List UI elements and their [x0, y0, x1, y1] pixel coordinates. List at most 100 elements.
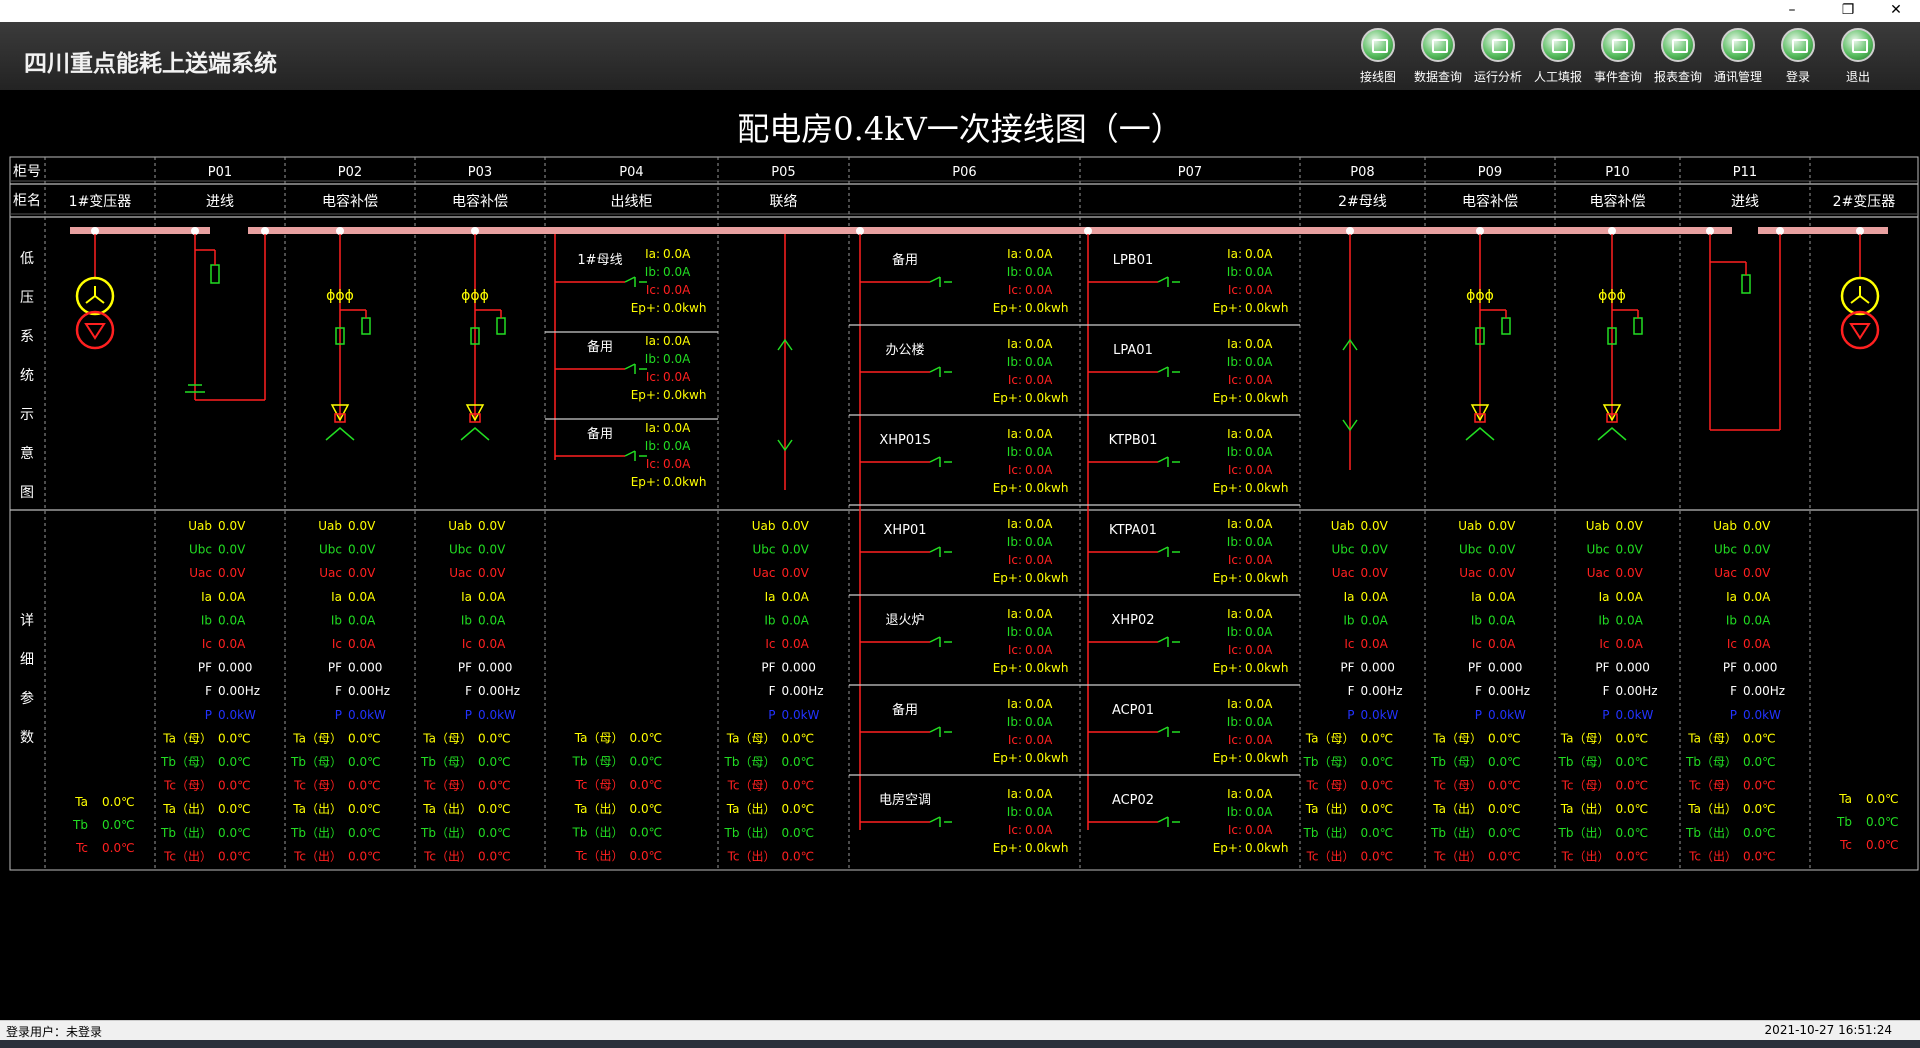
param-value: 0.00Hz — [1616, 684, 1658, 698]
param-key: Tc（母） — [1306, 779, 1355, 793]
feeder-param-key: Ia: — [645, 421, 660, 435]
bottom-strip — [0, 1040, 1920, 1048]
param-value: 0.0℃ — [218, 826, 251, 840]
param-value: 0.0A — [218, 613, 246, 627]
feeder-param-key: Ia: — [1007, 607, 1022, 621]
feeder-param-value: 0.0A — [1245, 643, 1273, 657]
login-status: 登录用户：未登录 — [6, 1025, 103, 1039]
param-value: 0.0℃ — [1616, 802, 1649, 816]
feeder-param-value: 0.0A — [1245, 517, 1273, 531]
row-label-name: 柜名 — [13, 193, 41, 209]
cabinet-no: P09 — [1478, 165, 1502, 180]
param-value: 0.0V — [218, 566, 246, 580]
param-key: Tc（出） — [293, 849, 342, 863]
cabinet-name: 2#母线 — [1338, 194, 1387, 210]
param-value: 0.0℃ — [1616, 755, 1649, 769]
feeder-param-key: Ia: — [1227, 337, 1242, 351]
feeder-param-key: Ic: — [1008, 643, 1022, 657]
cabinet-no: P07 — [1178, 165, 1202, 180]
param-key: P — [1347, 708, 1354, 722]
feeder-param-value: 0.0A — [1025, 715, 1053, 729]
param-key: PF — [198, 661, 212, 675]
transformer-2-icon — [1849, 323, 1871, 340]
param-value: 0.0kW — [478, 708, 516, 722]
param-value: 0.0℃ — [348, 731, 381, 745]
param-value: 0.0℃ — [782, 731, 815, 745]
feeder-param-value: 0.0A — [1025, 805, 1053, 819]
temp-value: 0.0℃ — [1866, 792, 1899, 806]
param-key: F — [1730, 684, 1737, 698]
param-value: 0.0V — [218, 519, 246, 533]
param-key: Tb（出） — [1685, 826, 1737, 840]
feeder-param-value: 0.0A — [663, 334, 691, 348]
feeder-param-key: Ep+: — [1213, 481, 1242, 495]
feeder-param-key: Ep+: — [1213, 391, 1242, 405]
param-key: F — [465, 684, 472, 698]
cabinet-name: 电容补偿 — [322, 193, 378, 210]
feeder-param-key: Ia: — [1227, 517, 1242, 531]
row-label-no: 柜号 — [13, 164, 41, 180]
cabinet-no: P05 — [771, 165, 795, 180]
feeder-param-key: Ic: — [1228, 643, 1242, 657]
cabinet-name: 电容补偿 — [1462, 193, 1518, 210]
param-key: Tc（出） — [727, 849, 776, 863]
param-value: 0.0℃ — [1488, 802, 1521, 816]
bus-node — [1776, 227, 1784, 235]
param-value: 0.0A — [218, 637, 246, 651]
feeder-param-key: Ib: — [1227, 265, 1242, 279]
param-key: Tb（母） — [1685, 755, 1737, 769]
param-key: PF — [761, 661, 775, 675]
feeder-param-value: 0.0A — [1245, 805, 1273, 819]
feeder-param-key: Ic: — [1228, 463, 1242, 477]
param-key: Ta（出） — [422, 802, 472, 816]
feeder-param-value: 0.0A — [1245, 535, 1273, 549]
cabinet-no: P03 — [468, 165, 492, 180]
param-key: Uab — [752, 519, 776, 533]
param-key: F — [1348, 684, 1355, 698]
feeder-name: KTPA01 — [1109, 523, 1157, 538]
feeder-param-key: Ep+: — [993, 841, 1022, 855]
param-value: 0.0℃ — [1361, 802, 1394, 816]
section-label-detail: 详 — [20, 613, 34, 629]
param-key: F — [205, 684, 212, 698]
feeder-param-value: 0.0A — [1025, 787, 1053, 801]
param-key: Tc（母） — [1433, 779, 1482, 793]
param-key: Ta（母） — [1687, 731, 1737, 745]
feeder-breaker-icon — [624, 276, 647, 287]
param-key: Tb（出） — [572, 825, 624, 839]
param-key: Ta（出） — [1687, 802, 1737, 816]
param-key: Uac — [1332, 566, 1355, 580]
feeder-param-value: 0.0A — [1245, 355, 1273, 369]
feeder-param-key: Ib: — [1007, 715, 1022, 729]
param-key: Tb（母） — [1303, 755, 1355, 769]
feeder-param-key: Ib: — [1007, 535, 1022, 549]
param-key: Tc（出） — [423, 849, 472, 863]
feeder-param-value: 0.0A — [1025, 445, 1053, 459]
param-key: Ta（出） — [162, 802, 212, 816]
feeder-param-value: 0.0A — [663, 352, 691, 366]
cabinet-name: 2#变压器 — [1833, 194, 1896, 210]
param-key: Ta（母） — [1432, 731, 1482, 745]
param-key: Ib — [1598, 613, 1609, 627]
feeder-param-value: 0.0A — [1025, 697, 1053, 711]
param-key: Ubc — [1332, 543, 1355, 557]
param-value: 0.000 — [478, 661, 512, 675]
feeder-name: 备用 — [892, 702, 918, 718]
param-value: 0.0V — [1616, 566, 1644, 580]
param-key: P — [1602, 708, 1609, 722]
capacitor-branch-0-ground — [325, 427, 355, 441]
param-key: Tc（出） — [575, 849, 624, 863]
param-key: PF — [458, 661, 472, 675]
status-bar: 登录用户：未登录 2021-10-27 16:51:24 — [0, 1020, 1920, 1041]
param-value: 0.0V — [782, 543, 810, 557]
param-key: Uab — [1586, 519, 1610, 533]
feeder-param-value: 0.0kwh — [663, 301, 706, 315]
param-value: 0.0℃ — [218, 802, 251, 816]
section-label-lv: 系 — [20, 329, 34, 345]
feeder-param-key: Ia: — [1007, 247, 1022, 261]
param-key: P — [1730, 708, 1737, 722]
capacitor-branch-1-fuse-icon: ϕϕϕ — [461, 288, 489, 304]
feeder-param-value: 0.0A — [663, 370, 691, 384]
temp-key: Tb — [72, 818, 88, 832]
param-value: 0.0℃ — [1616, 849, 1649, 863]
